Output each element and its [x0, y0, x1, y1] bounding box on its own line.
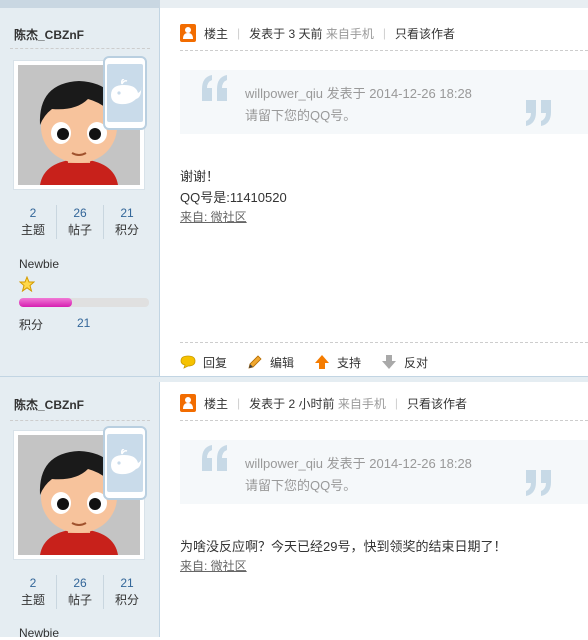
post-1-top-border — [0, 0, 160, 8]
divider — [10, 420, 150, 421]
thread-starter-icon — [180, 24, 196, 42]
stat-value: 2 — [29, 576, 37, 590]
support-label: 支持 — [337, 355, 362, 370]
post-meta: 楼主 | 发表于 3 天前 来自手机 | 只看该作者 — [180, 24, 455, 42]
stat-label: 主题 — [20, 223, 45, 237]
stat-value: 26 — [73, 206, 87, 220]
down-arrow-icon — [382, 355, 397, 369]
source-link[interactable]: 来自: 微社区 — [180, 557, 506, 575]
post-body: 为啥没反应啊？今天已经29号，快到领奖的结束日期了！ 来自: 微社区 — [180, 536, 506, 575]
divider — [180, 420, 588, 421]
only-author-link[interactable]: 只看该作者 — [395, 25, 455, 42]
body-line: QQ号是:11410520 — [180, 190, 287, 205]
stat-value: 2 — [29, 206, 37, 220]
author-sidebar: 陈杰_CBZnF — [0, 0, 160, 380]
post-meta: 楼主 | 发表于 2 小时前 来自手机 | 只看该作者 — [180, 394, 467, 412]
author-sidebar: 陈杰_CBZnF — [0, 380, 160, 640]
open-quote-icon — [202, 75, 227, 101]
source-link[interactable]: 来自: 微社区 — [180, 208, 287, 226]
post-source[interactable]: 来自手机 — [338, 395, 386, 412]
post-time: 发表于 3 天前 — [249, 26, 323, 41]
divider — [10, 48, 150, 49]
stat-value: 21 — [120, 576, 134, 590]
stat-posts[interactable]: 26 帖子 — [56, 205, 103, 239]
stat-label: 积分 — [114, 593, 139, 607]
credit-label: 积分 — [19, 318, 44, 332]
stat-value: 21 — [120, 206, 134, 220]
credit-progress-bar — [19, 298, 149, 307]
pencil-icon — [248, 355, 262, 369]
username[interactable]: 陈杰_CBZnF — [14, 396, 84, 413]
thumbs-up-arrow-icon — [315, 355, 330, 369]
quote-text: 请留下您的QQ号。 — [245, 478, 357, 493]
credit-value: 21 — [77, 316, 91, 330]
mobile-phone-icon — [103, 426, 147, 500]
username[interactable]: 陈杰_CBZnF — [14, 26, 84, 43]
stat-label: 帖子 — [67, 593, 92, 607]
oppose-label: 反对 — [404, 355, 429, 370]
whale-icon — [111, 449, 142, 475]
divider — [180, 50, 588, 51]
user-stats: 2 主题 26 帖子 21 积分 — [10, 575, 150, 609]
stat-label: 积分 — [114, 223, 139, 237]
post-body: 谢谢！ QQ号是:11410520 来自: 微社区 — [180, 166, 287, 226]
open-quote-icon — [202, 445, 227, 471]
role-label: 楼主 — [204, 26, 229, 41]
star-icon — [19, 276, 35, 292]
body-line: 为啥没反应啊？今天已经29号，快到领奖的结束日期了！ — [180, 539, 507, 554]
close-quote-icon — [526, 470, 551, 496]
quote-block: willpower_qiu 发表于 2014-12-26 18:28 请留下您的… — [180, 440, 588, 504]
post-source[interactable]: 来自手机 — [326, 25, 374, 42]
credit-progress-fill — [19, 298, 73, 307]
stat-threads[interactable]: 2 主题 — [10, 205, 56, 239]
post-2: 陈杰_CBZnF 2 主题 26 帖子 21 积分 Newbie 楼主 | 发表… — [0, 380, 588, 640]
edit-button[interactable]: 编辑 — [247, 354, 294, 371]
only-author-link[interactable]: 只看该作者 — [407, 395, 467, 412]
stat-credits[interactable]: 21 积分 — [103, 205, 150, 239]
reply-button[interactable]: 回复 — [180, 354, 227, 371]
thread-starter-icon — [180, 394, 196, 412]
body-line: 谢谢！ — [180, 169, 220, 184]
quote-block: willpower_qiu 发表于 2014-12-26 18:28 请留下您的… — [180, 70, 588, 134]
support-button[interactable]: 支持 — [314, 354, 361, 371]
user-group[interactable]: Newbie — [19, 626, 59, 640]
user-group[interactable]: Newbie — [19, 257, 59, 271]
quote-header: willpower_qiu 发表于 2014-12-26 18:28 — [245, 456, 472, 471]
post-separator — [0, 376, 588, 382]
whale-icon — [111, 79, 142, 105]
stat-label: 帖子 — [67, 223, 92, 237]
post-time: 发表于 2 小时前 — [249, 396, 335, 411]
mobile-phone-icon — [103, 56, 147, 130]
quote-header: willpower_qiu 发表于 2014-12-26 18:28 — [245, 86, 472, 101]
stat-credits[interactable]: 21 积分 — [103, 575, 150, 609]
user-stats: 2 主题 26 帖子 21 积分 — [10, 205, 150, 239]
stat-posts[interactable]: 26 帖子 — [56, 575, 103, 609]
divider — [180, 342, 588, 343]
reply-label: 回复 — [203, 355, 228, 370]
post-1: 陈杰_CBZnF 2 主题 26 帖子 21 积分 Newbie 积分 21 楼… — [0, 0, 588, 380]
oppose-button[interactable]: 反对 — [381, 354, 428, 371]
role-label: 楼主 — [204, 396, 229, 411]
post-1-main-top-border — [160, 0, 588, 8]
reply-icon — [180, 355, 196, 369]
stat-threads[interactable]: 2 主题 — [10, 575, 56, 609]
stat-value: 26 — [73, 576, 87, 590]
edit-label: 编辑 — [270, 355, 295, 370]
post-actions: 回复 编辑 支持 反对 — [180, 352, 448, 372]
close-quote-icon — [526, 100, 551, 126]
stat-label: 主题 — [20, 593, 45, 607]
quote-text: 请留下您的QQ号。 — [245, 108, 357, 123]
